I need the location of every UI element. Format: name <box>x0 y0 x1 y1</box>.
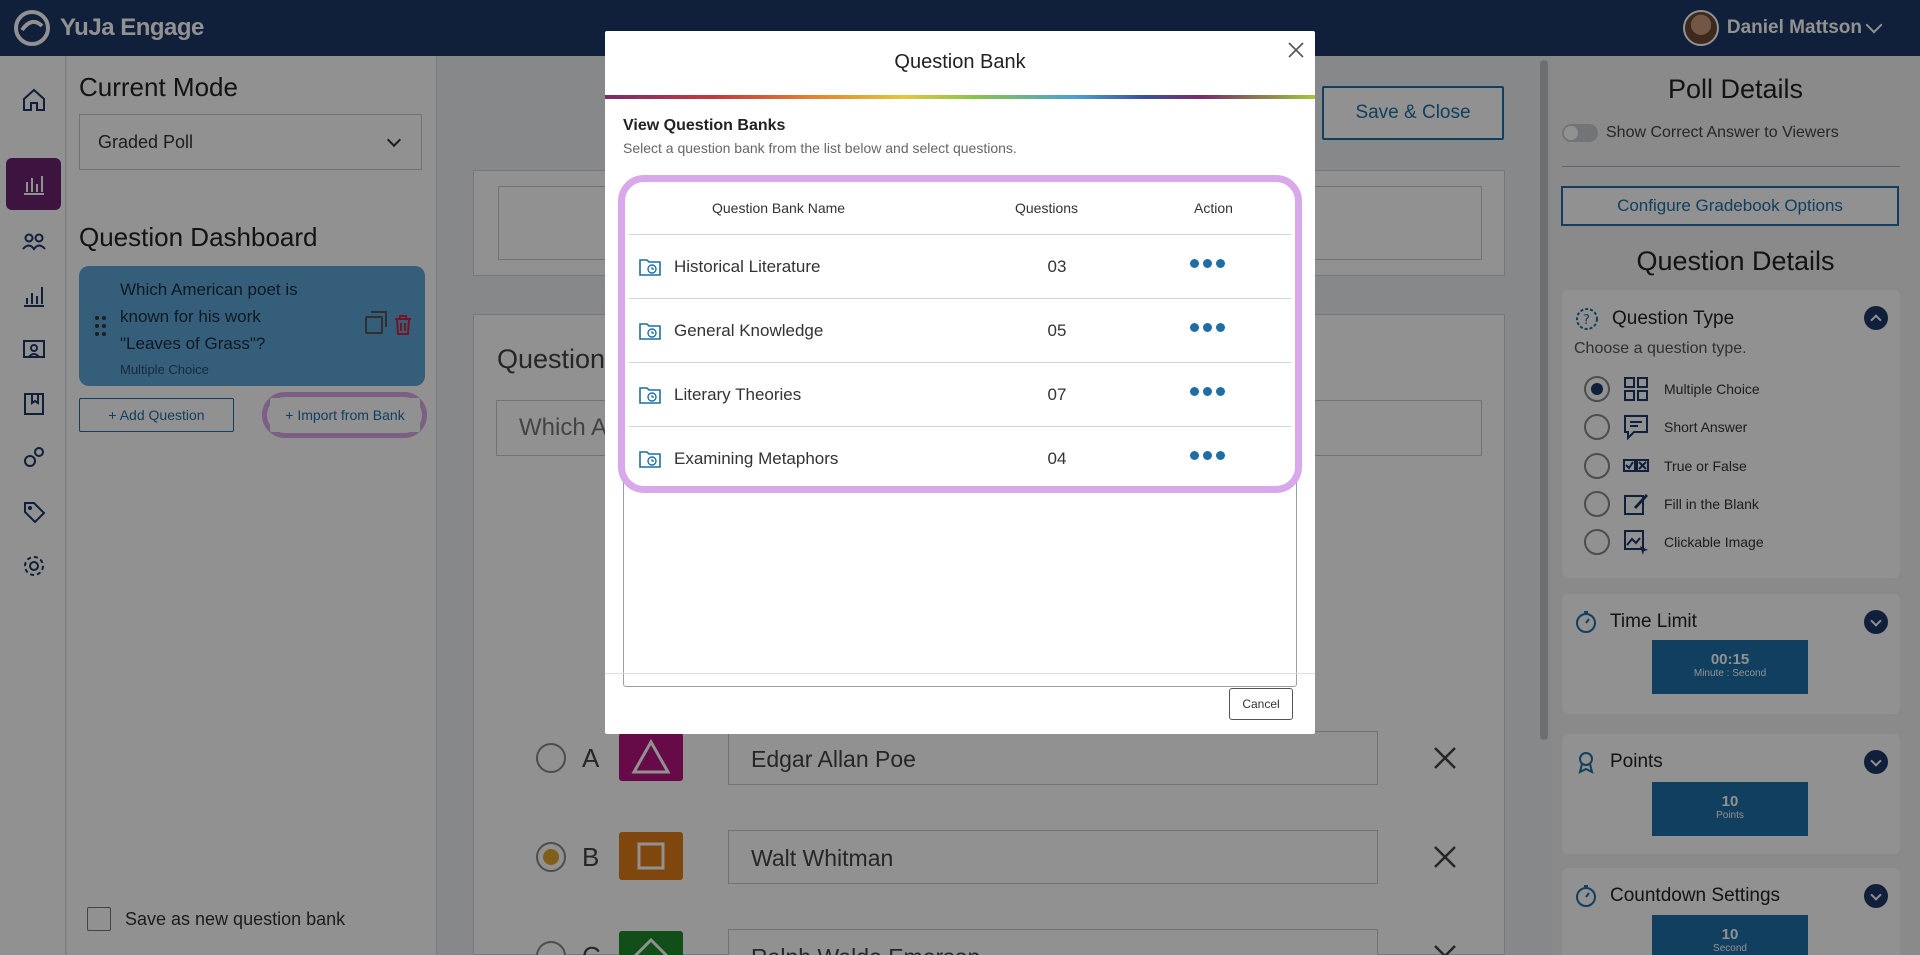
table-row[interactable]: Historical Literature 03 <box>629 235 1291 299</box>
question-bank-modal: Question Bank View Question Banks Select… <box>605 31 1315 734</box>
col-name: Question Bank Name <box>712 200 846 216</box>
table-row[interactable]: Examining Metaphors 04 <box>629 427 1291 491</box>
bank-count: 07 <box>1047 385 1067 404</box>
close-icon[interactable] <box>1287 41 1305 59</box>
modal-title: Question Bank <box>894 51 1026 73</box>
more-dots-icon[interactable] <box>1190 323 1229 332</box>
bank-name: Examining Metaphors <box>674 449 839 468</box>
more-dots-icon[interactable] <box>1190 259 1229 268</box>
bank-name: General Knowledge <box>674 321 824 340</box>
more-dots-icon[interactable] <box>1190 387 1229 396</box>
folder-clock-icon <box>639 259 661 276</box>
table-row[interactable]: General Knowledge 05 <box>629 299 1291 363</box>
col-questions: Questions <box>1015 200 1079 216</box>
bank-table: Question Bank Name Questions Action Hist… <box>629 183 1291 491</box>
rainbow-divider <box>605 95 1315 99</box>
folder-clock-icon <box>639 387 661 404</box>
bank-count: 03 <box>1047 257 1067 276</box>
bank-name: Literary Theories <box>674 385 802 404</box>
view-banks-subtitle: Select a question bank from the list bel… <box>623 140 1017 156</box>
col-action: Action <box>1194 200 1233 216</box>
bank-count: 05 <box>1047 321 1067 340</box>
view-banks-title: View Question Banks <box>623 117 786 134</box>
table-row[interactable]: Literary Theories 07 <box>629 363 1291 427</box>
footer-divider <box>605 673 1315 674</box>
folder-clock-icon <box>639 323 661 340</box>
folder-clock-icon <box>639 451 661 468</box>
cancel-button[interactable]: Cancel <box>1229 688 1293 720</box>
bank-count: 04 <box>1047 449 1067 468</box>
bank-name: Historical Literature <box>674 257 821 276</box>
more-dots-icon[interactable] <box>1190 451 1229 460</box>
table-header: Question Bank Name Questions Action <box>629 183 1291 235</box>
